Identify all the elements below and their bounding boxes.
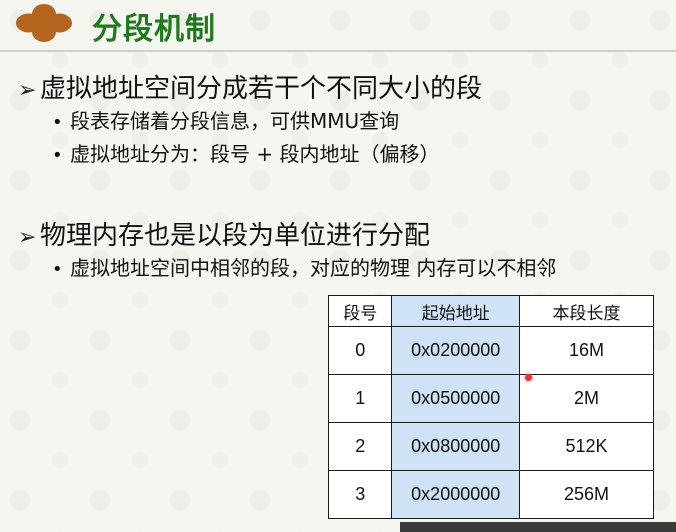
arrow-bullet-icon: ➢ <box>18 225 37 250</box>
cell-segment-number: 1 <box>327 374 393 423</box>
section-heading-2-text: 物理内存也是以段为单位进行分配 <box>40 221 431 251</box>
list-item: • 段表存储着分段信息，可供MMU查询 <box>52 105 399 134</box>
cell-start-address: 0x0800000 <box>391 422 520 471</box>
table-row: 3 0x2000000 256M <box>327 470 654 519</box>
table-header-row: 段号 起始地址 本段长度 <box>327 295 654 327</box>
dot-bullet-icon: • <box>52 145 63 166</box>
header-segment-number: 段号 <box>327 295 393 327</box>
arrow-bullet-icon: ➢ <box>18 78 37 103</box>
cell-start-address: 0x2000000 <box>391 470 520 519</box>
cell-segment-number: 2 <box>327 422 393 471</box>
header-segment-length: 本段长度 <box>519 295 654 327</box>
segment-table-wrapper: 段号 起始地址 本段长度 0 0x0200000 16M 1 0x0500000… <box>327 295 654 525</box>
cell-segment-length: 512K <box>519 422 654 471</box>
section-heading-1-text: 虚拟地址空间分成若干个不同大小的段 <box>40 74 483 104</box>
cell-segment-length: 2M <box>519 374 654 423</box>
quatrefoil-logo-icon <box>16 4 72 42</box>
cell-start-address: 0x0200000 <box>391 326 520 375</box>
section-heading-1: ➢ 虚拟地址空间分成若干个不同大小的段 <box>18 68 482 105</box>
cell-start-address: 0x0500000 <box>391 374 520 423</box>
cell-segment-number: 3 <box>327 470 393 519</box>
page-title: 分段机制 <box>92 12 216 47</box>
segment-table: 段号 起始地址 本段长度 0 0x0200000 16M 1 0x0500000… <box>327 295 654 519</box>
cell-segment-length: 16M <box>519 326 654 375</box>
list-item-text: 虚拟地址分为：段号 + 段内地址（偏移） <box>70 142 440 166</box>
table-row: 2 0x0800000 512K <box>327 422 654 471</box>
table-row: 0 0x0200000 16M <box>327 326 654 375</box>
list-item: • 虚拟地址分为：段号 + 段内地址（偏移） <box>52 138 439 167</box>
header-start-address: 起始地址 <box>391 295 520 327</box>
table-row: 1 0x0500000 2M <box>327 374 654 423</box>
title-bar: 分段机制 <box>0 0 676 47</box>
section-heading-2: ➢ 物理内存也是以段为单位进行分配 <box>18 215 430 252</box>
bottom-overlay-bar <box>400 522 676 532</box>
dot-bullet-icon: • <box>52 112 63 133</box>
cell-segment-length: 256M <box>519 470 654 519</box>
dot-bullet-icon: • <box>52 259 63 280</box>
list-item: • 虚拟地址空间中相邻的段，对应的物理 内存可以不相邻 <box>52 252 556 281</box>
cell-segment-number: 0 <box>327 326 393 375</box>
list-item-text: 段表存储着分段信息，可供MMU查询 <box>70 109 400 133</box>
title-divider <box>0 50 676 52</box>
red-laser-pointer-icon <box>525 374 532 381</box>
list-item-text: 虚拟地址空间中相邻的段，对应的物理 内存可以不相邻 <box>70 256 557 280</box>
